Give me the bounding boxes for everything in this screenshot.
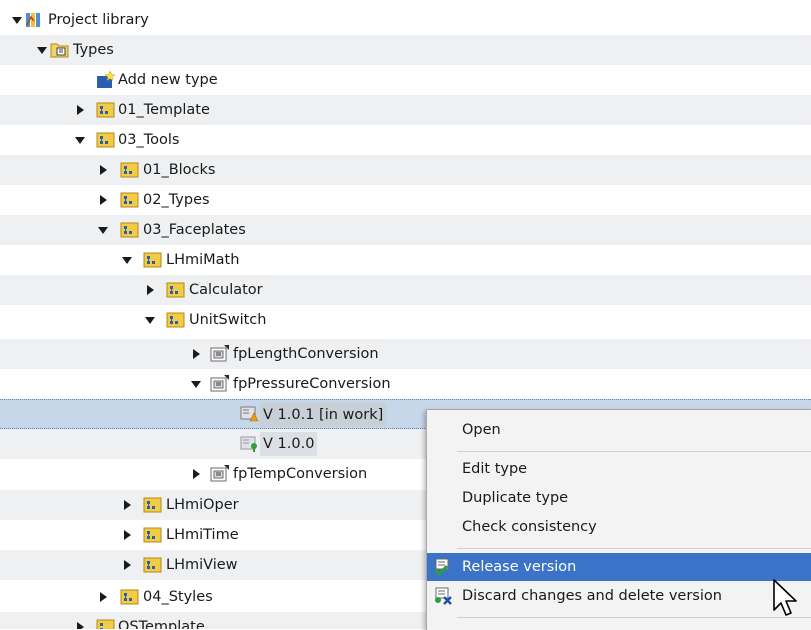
tree-item-label: V 1.0.0 [260, 432, 318, 456]
add-new-type-icon [97, 71, 115, 88]
tree-item-01-blocks[interactable]: 01_Blocks [0, 155, 811, 185]
menu-item-release-version[interactable]: Release version [427, 553, 811, 581]
expand-toggle-down-icon[interactable] [73, 125, 87, 155]
expand-toggle-right-icon[interactable] [143, 275, 157, 305]
menu-item-label: Open [462, 422, 501, 438]
mouse-pointer-icon [773, 579, 797, 616]
tree-item-label: Project library [48, 12, 149, 28]
menu-separator [457, 451, 811, 452]
folder-icon [143, 497, 162, 513]
tree-item-label: Add new type [118, 72, 218, 88]
faceplate-type-icon [210, 375, 229, 392]
menu-item-label: Release version [462, 559, 577, 575]
folder-icon [120, 589, 139, 605]
tree-item-label: 03_Faceplates [143, 222, 246, 238]
folder-icon [143, 252, 162, 268]
expand-toggle-right-icon[interactable] [120, 490, 134, 520]
library-icon [26, 13, 40, 27]
expand-toggle-right-icon[interactable] [189, 339, 203, 369]
tree-item-03-faceplates[interactable]: 03_Faceplates [0, 215, 811, 245]
tree-item-label: LHmiTime [166, 527, 239, 543]
menu-item-open[interactable]: Open [427, 416, 811, 444]
expand-toggle-right-icon[interactable] [120, 550, 134, 580]
tree-item-types[interactable]: Types [0, 35, 811, 65]
menu-item-edit-type[interactable]: Edit type [427, 455, 811, 483]
tree-item-label: V 1.0.1 [in work] [260, 403, 387, 427]
tree-item-label: fpPressureConversion [233, 376, 391, 392]
release-version-icon [433, 558, 449, 576]
menu-item-label: Check consistency [462, 519, 597, 535]
menu-item-label: Duplicate type [462, 490, 569, 506]
folder-icon [96, 132, 115, 148]
folder-icon [120, 222, 139, 238]
tree-item-calculator[interactable]: Calculator [0, 275, 811, 305]
expand-toggle-down-icon[interactable] [96, 215, 110, 245]
tree-item-fplengthconversion[interactable]: fpLengthConversion [0, 339, 811, 369]
expand-toggle-right-icon[interactable] [189, 459, 203, 489]
tree-item-label: Types [73, 42, 114, 58]
tree-item-label: 02_Types [143, 192, 210, 208]
menu-separator [457, 548, 811, 549]
tree-item-label: LHmiMath [166, 252, 240, 268]
tree-item-label: UnitSwitch [189, 312, 267, 328]
expand-toggle-down-icon[interactable] [35, 35, 49, 65]
tree-item-label: fpTempConversion [233, 466, 368, 482]
folder-icon [120, 192, 139, 208]
expand-toggle-right-icon[interactable] [96, 155, 110, 185]
tree-item-label: 01_Blocks [143, 162, 216, 178]
menu-item-label: Edit type [462, 461, 528, 477]
folder-icon [96, 102, 115, 118]
tree-item-label: LHmiOper [166, 497, 239, 513]
menu-item-discard-changes[interactable]: Discard changes and delete version [427, 582, 811, 610]
version-in-work-icon [240, 406, 259, 422]
expand-toggle-down-icon[interactable] [189, 369, 203, 399]
tree-item-lhmimath[interactable]: LHmiMath [0, 245, 811, 275]
version-released-icon [240, 436, 257, 452]
expand-toggle-down-icon[interactable] [120, 245, 134, 275]
tree-item-01-template[interactable]: 01_Template [0, 95, 811, 125]
tree-item-03-tools[interactable]: 03_Tools [0, 125, 811, 155]
context-menu: Open Edit type Duplicate type Check cons… [426, 409, 811, 630]
tree-item-label: fpLengthConversion [233, 346, 379, 362]
expand-toggle-right-icon[interactable] [73, 95, 87, 125]
faceplate-type-icon [210, 345, 229, 362]
tree-item-label: LHmiView [166, 557, 238, 573]
menu-item-label: Discard changes and delete version [462, 588, 722, 604]
menu-separator [457, 617, 811, 618]
folder-icon [96, 619, 115, 629]
folder-icon [166, 312, 185, 328]
tree-item-label: 03_Tools [118, 132, 180, 148]
expand-toggle-right-icon[interactable] [73, 612, 87, 629]
expand-toggle-down-icon[interactable] [143, 305, 157, 335]
tree-item-fppressureconversion[interactable]: fpPressureConversion [0, 369, 811, 399]
folder-icon [143, 557, 162, 573]
expand-toggle-down-icon[interactable] [10, 5, 24, 35]
menu-item-check-consistency[interactable]: Check consistency [427, 513, 811, 541]
tree-item-label: OSTemplate [118, 619, 205, 629]
types-folder-icon [50, 43, 69, 58]
tree-item-project-library[interactable]: Project library [0, 5, 811, 35]
tree-item-add-new-type[interactable]: Add new type [0, 65, 811, 95]
folder-icon [143, 527, 162, 543]
tree-item-label: 01_Template [118, 102, 210, 118]
folder-icon [166, 282, 185, 298]
expand-toggle-right-icon[interactable] [120, 520, 134, 550]
folder-icon [120, 162, 139, 178]
expand-toggle-right-icon[interactable] [96, 185, 110, 215]
discard-version-icon [435, 587, 452, 605]
menu-item-duplicate-type[interactable]: Duplicate type [427, 484, 811, 512]
tree-item-02-types[interactable]: 02_Types [0, 185, 811, 215]
tree-item-label: 04_Styles [143, 589, 213, 605]
expand-toggle-right-icon[interactable] [96, 582, 110, 612]
tree-item-label: Calculator [189, 282, 263, 298]
tree-item-unitswitch[interactable]: UnitSwitch [0, 305, 811, 335]
faceplate-type-icon [210, 465, 229, 482]
